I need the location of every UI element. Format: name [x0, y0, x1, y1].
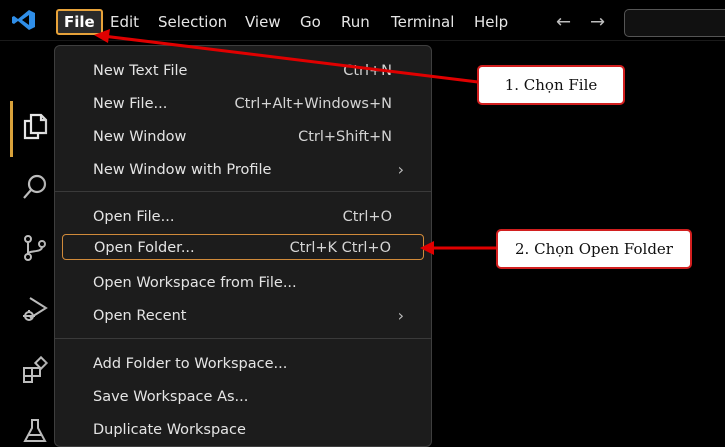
menu-item-label: Add Folder to Workspace...: [93, 356, 288, 372]
menu-item-new-window[interactable]: New Window Ctrl+Shift+N: [62, 124, 424, 150]
menu-item-open-folder[interactable]: Open Folder... Ctrl+K Ctrl+O: [62, 234, 424, 260]
callout-step2: 2. Chọn Open Folder: [496, 229, 692, 269]
menu-separator: [55, 191, 431, 192]
menu-item-new-window-with-profile[interactable]: New Window with Profile ›: [62, 157, 424, 183]
active-indicator: [10, 101, 13, 157]
menu-item-label: New Window with Profile: [93, 162, 272, 178]
menu-item-shortcut: Ctrl+Alt+Windows+N: [234, 96, 392, 112]
menu-item-open-file[interactable]: Open File... Ctrl+O: [62, 204, 424, 230]
chevron-right-icon: ›: [397, 160, 404, 179]
menu-item-label: Open Folder...: [94, 240, 195, 256]
menu-item-label: Save Workspace As...: [93, 389, 249, 405]
vscode-logo-icon: [12, 10, 35, 30]
menu-help[interactable]: Help: [470, 10, 512, 34]
menu-item-new-file[interactable]: New File... Ctrl+Alt+Windows+N: [62, 91, 424, 117]
menu-item-open-recent[interactable]: Open Recent ›: [62, 303, 424, 329]
run-debug-icon[interactable]: [20, 294, 50, 324]
extensions-icon[interactable]: [20, 355, 50, 385]
menu-item-shortcut: Ctrl+Shift+N: [298, 129, 392, 145]
menu-edit[interactable]: Edit: [106, 10, 143, 34]
menu-item-add-folder-to-workspace[interactable]: Add Folder to Workspace...: [62, 351, 424, 377]
menu-item-label: New Text File: [93, 63, 188, 79]
menu-go[interactable]: Go: [296, 10, 325, 34]
menu-item-label: Open Recent: [93, 308, 187, 324]
menu-item-shortcut: Ctrl+O: [342, 209, 392, 225]
menu-run[interactable]: Run: [337, 10, 374, 34]
menu-item-save-workspace-as[interactable]: Save Workspace As...: [62, 384, 424, 410]
menu-item-new-text-file[interactable]: New Text File Ctrl+N: [62, 58, 424, 84]
menu-separator: [55, 338, 431, 339]
menu-item-open-workspace-from-file[interactable]: Open Workspace from File...: [62, 270, 424, 296]
chevron-right-icon: ›: [397, 306, 404, 325]
search-icon[interactable]: [20, 172, 50, 202]
menu-item-label: New File...: [93, 96, 168, 112]
activity-bar: [0, 41, 60, 442]
menu-item-label: New Window: [93, 129, 187, 145]
menu-view[interactable]: View: [241, 10, 285, 34]
forward-arrow-icon[interactable]: →: [590, 12, 605, 33]
menu-file[interactable]: File: [56, 9, 103, 35]
menu-selection[interactable]: Selection: [154, 10, 231, 34]
menu-item-label: Duplicate Workspace: [93, 422, 246, 438]
command-center-search[interactable]: [624, 9, 725, 37]
menu-terminal[interactable]: Terminal: [387, 10, 458, 34]
menu-item-shortcut: Ctrl+N: [343, 63, 392, 79]
testing-icon[interactable]: [20, 416, 50, 446]
explorer-icon[interactable]: [20, 111, 50, 141]
file-menu-dropdown: New Text File Ctrl+N New File... Ctrl+Al…: [54, 45, 432, 447]
title-bar: File Edit Selection View Go Run Terminal…: [0, 0, 725, 41]
menu-item-label: Open File...: [93, 209, 175, 225]
callout-step1: 1. Chọn File: [477, 65, 625, 105]
menu-item-label: Open Workspace from File...: [93, 275, 297, 291]
menu-item-shortcut: Ctrl+K Ctrl+O: [289, 240, 391, 256]
back-arrow-icon[interactable]: ←: [556, 12, 571, 33]
source-control-icon[interactable]: [20, 233, 50, 263]
menu-item-duplicate-workspace[interactable]: Duplicate Workspace: [62, 417, 424, 443]
